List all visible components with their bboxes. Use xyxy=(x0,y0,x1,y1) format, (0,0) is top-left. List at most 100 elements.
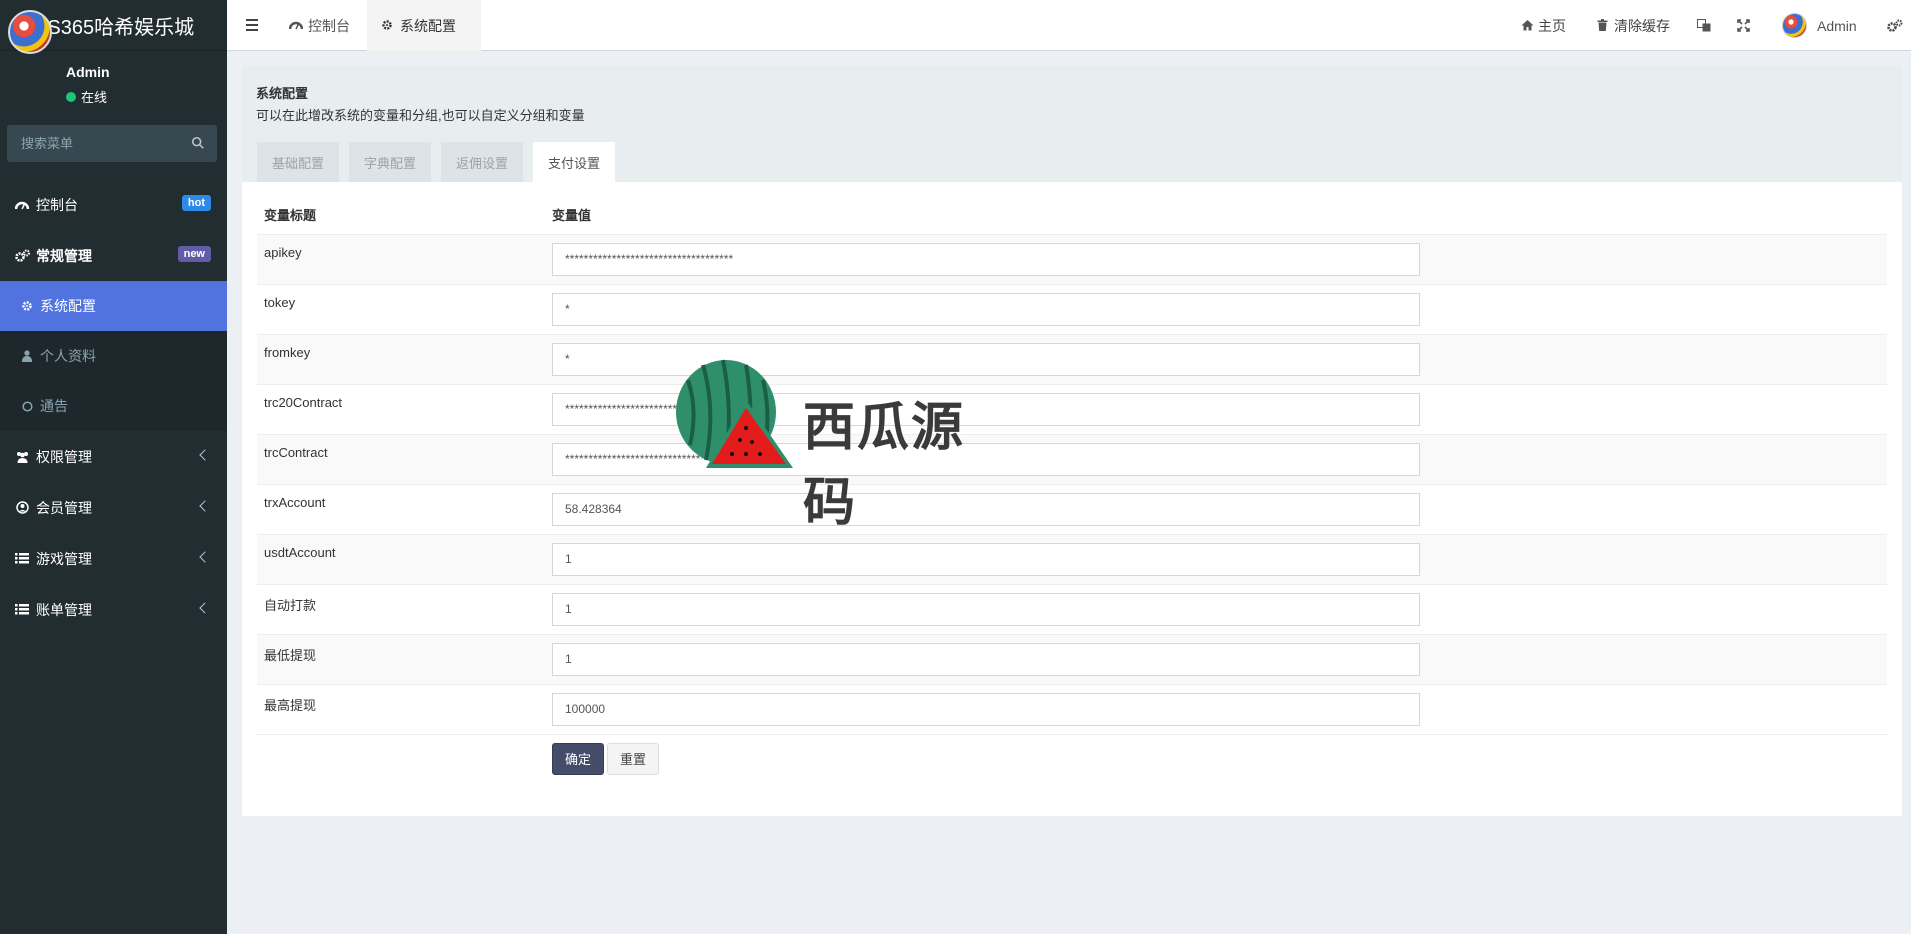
sidebar-item-label: 会员管理 xyxy=(36,499,92,516)
confirm-button[interactable]: 确定 xyxy=(552,742,604,775)
user-icon xyxy=(20,349,34,363)
settings-button[interactable] xyxy=(1887,0,1903,51)
config-panel: 系统配置 可以在此增改系统的变量和分组,也可以自定义分组和变量 基础配置 字典配… xyxy=(242,66,1902,816)
variable-label: trcContract xyxy=(257,434,552,485)
tab-label: 系统配置 xyxy=(400,17,456,34)
sidebar-item-label: 权限管理 xyxy=(36,448,92,465)
home-link[interactable]: 主页 xyxy=(1521,0,1566,51)
variable-label: apikey xyxy=(257,234,552,285)
table-row: tokey xyxy=(257,284,1887,335)
user-name: Admin xyxy=(1817,17,1857,34)
user-status: 在线 xyxy=(66,87,107,106)
home-label: 主页 xyxy=(1538,17,1566,34)
variable-label: fromkey xyxy=(257,334,552,385)
tab-basic[interactable]: 基础配置 xyxy=(257,142,340,182)
search-box xyxy=(7,125,217,162)
dashboard-icon xyxy=(289,19,303,33)
chevron-left-icon xyxy=(199,551,211,563)
search-icon[interactable] xyxy=(191,136,205,150)
tab-commission[interactable]: 返佣设置 xyxy=(441,142,524,182)
status-text: 在线 xyxy=(81,90,108,105)
user-circle-icon xyxy=(14,500,30,516)
tab-dashboard[interactable]: 控制台 xyxy=(275,0,364,51)
table-row: apikey xyxy=(257,234,1887,285)
min-withdraw-input[interactable] xyxy=(552,642,1420,676)
gear-icon xyxy=(381,19,395,33)
search-input[interactable] xyxy=(7,125,187,162)
auto-payout-input[interactable] xyxy=(552,592,1420,626)
cogs-icon xyxy=(14,248,30,264)
sidebar-item-profile[interactable]: 个人资料 xyxy=(0,331,227,381)
button-row: 确定 重置 xyxy=(257,734,1887,794)
tab-label: 控制台 xyxy=(308,17,350,34)
tokey-input[interactable] xyxy=(552,292,1420,326)
variable-label: 自动打款 xyxy=(257,584,552,635)
sidebar-item-bills[interactable]: 账单管理 xyxy=(0,584,227,635)
max-withdraw-input[interactable] xyxy=(552,692,1420,726)
dashboard-icon xyxy=(14,197,30,213)
fullscreen-button[interactable] xyxy=(1737,0,1750,51)
avatar xyxy=(1782,13,1807,38)
sidebar-item-label: 常规管理 xyxy=(36,247,92,264)
sidebar-menu: 控制台 hot 常规管理 new 系统配置 个人资料 通告 权限管理 会员管理 … xyxy=(0,179,227,635)
table-row: usdtAccount xyxy=(257,534,1887,585)
variable-label: usdtAccount xyxy=(257,534,552,585)
variable-label: 最低提现 xyxy=(257,634,552,685)
home-icon xyxy=(1521,19,1534,32)
table-row: trcContract xyxy=(257,434,1887,485)
reset-button[interactable]: 重置 xyxy=(607,742,659,775)
table-row: 自动打款 xyxy=(257,584,1887,635)
chevron-left-icon xyxy=(199,500,211,512)
sidebar-item-dashboard[interactable]: 控制台 hot xyxy=(0,179,227,230)
user-menu[interactable]: Admin xyxy=(1782,0,1857,51)
user-name: Admin xyxy=(66,64,110,80)
clear-cache-label: 清除缓存 xyxy=(1614,17,1670,34)
variable-label: trxAccount xyxy=(257,484,552,535)
table-row: 最高提现 xyxy=(257,684,1887,735)
sidebar-item-label: 游戏管理 xyxy=(36,550,92,567)
variable-label: trc20Contract xyxy=(257,384,552,435)
sidebar-item-label: 通告 xyxy=(40,398,68,414)
translate-button[interactable] xyxy=(1697,0,1711,51)
watermark-text: 西瓜源码 xyxy=(803,398,966,533)
fullscreen-icon xyxy=(1737,19,1750,32)
tab-dictionary[interactable]: 字典配置 xyxy=(349,142,432,182)
trash-icon xyxy=(1597,19,1610,32)
table-row: 最低提现 xyxy=(257,634,1887,685)
sidebar-item-members[interactable]: 会员管理 xyxy=(0,482,227,533)
menu-toggle-icon[interactable] xyxy=(243,16,263,34)
sidebar-item-permissions[interactable]: 权限管理 xyxy=(0,431,227,482)
table-row: trxAccount xyxy=(257,484,1887,535)
sidebar-item-general[interactable]: 常规管理 new xyxy=(0,230,227,281)
usdt-account-input[interactable] xyxy=(552,542,1420,576)
table-row: fromkey xyxy=(257,334,1887,385)
circle-icon xyxy=(20,399,34,413)
sidebar-submenu: 系统配置 个人资料 通告 xyxy=(0,281,227,431)
apikey-input[interactable] xyxy=(552,242,1420,276)
tab-payment[interactable]: 支付设置 xyxy=(533,142,616,182)
cogs-icon xyxy=(1887,19,1903,32)
sidebar: DS365哈希娱乐城 Admin 在线 控制台 hot 常规管理 new 系统配… xyxy=(0,0,227,934)
top-navbar: 控制台 系统配置 主页 清除缓存 Admin xyxy=(227,0,1911,51)
sidebar-item-games[interactable]: 游戏管理 xyxy=(0,533,227,584)
list-icon xyxy=(14,551,30,567)
watermark: 西瓜源码 xyxy=(668,350,1018,533)
avatar xyxy=(8,10,52,54)
new-badge: new xyxy=(177,246,211,262)
translate-icon xyxy=(1697,19,1711,32)
column-header-value: 变量值 xyxy=(552,196,1887,235)
tab-system-config[interactable]: 系统配置 xyxy=(367,0,481,51)
sidebar-item-label: 个人资料 xyxy=(40,348,96,364)
variable-label: 最高提现 xyxy=(257,684,552,735)
chevron-left-icon xyxy=(199,449,211,461)
sidebar-item-notice[interactable]: 通告 xyxy=(0,381,227,431)
column-header-title: 变量标题 xyxy=(257,196,552,235)
gear-icon xyxy=(20,299,34,313)
list-icon xyxy=(14,602,30,618)
sidebar-item-label: 系统配置 xyxy=(40,298,96,314)
hot-badge: hot xyxy=(181,195,211,211)
variable-label: tokey xyxy=(257,284,552,335)
sidebar-item-system-config[interactable]: 系统配置 xyxy=(0,281,227,331)
clear-cache-link[interactable]: 清除缓存 xyxy=(1597,0,1670,51)
watermelon-logo xyxy=(676,359,793,468)
